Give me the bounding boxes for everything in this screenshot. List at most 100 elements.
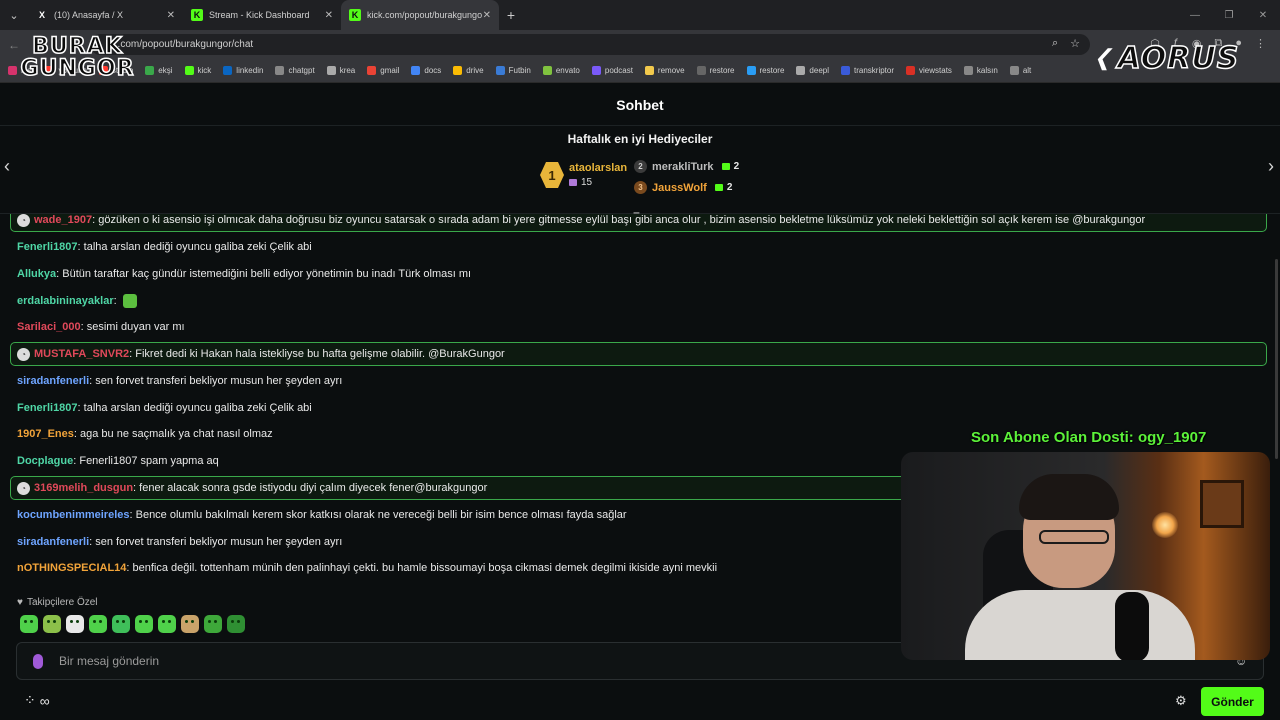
chevron-right-icon[interactable]: › bbox=[1268, 156, 1274, 177]
bookmark-item[interactable]: transkriptor bbox=[841, 66, 894, 75]
emote-icon[interactable] bbox=[43, 615, 61, 633]
bookmark-item[interactable]: linkedin bbox=[223, 66, 263, 75]
chat-username[interactable]: wade_1907 bbox=[34, 214, 92, 226]
bookmark-star-icon[interactable]: ☆ bbox=[1070, 37, 1080, 50]
bookmark-label: remove bbox=[657, 66, 685, 75]
bookmark-item[interactable]: remove bbox=[644, 66, 685, 75]
close-icon[interactable]: ✕ bbox=[167, 10, 175, 21]
bookmark-label: viewstats bbox=[919, 66, 952, 75]
tab-title: (10) Anasayfa / X bbox=[54, 10, 124, 20]
gift-count: 2 bbox=[733, 161, 740, 172]
bookmark-item[interactable]: kalsın bbox=[963, 66, 998, 75]
send-button[interactable]: Gönder bbox=[1201, 687, 1264, 716]
close-icon[interactable]: ✕ bbox=[325, 10, 333, 21]
infinity-icon[interactable]: ∞ bbox=[40, 693, 50, 709]
chevron-left-icon[interactable]: ‹ bbox=[4, 156, 10, 177]
logo-line-1: BURAK bbox=[31, 34, 123, 59]
bookmark-item[interactable]: kick bbox=[184, 66, 211, 75]
bookmark-item[interactable]: envato bbox=[542, 66, 580, 75]
chat-text: : Fenerli1807 spam yapma aq bbox=[73, 455, 219, 468]
dots-icon[interactable]: ⁘ bbox=[24, 692, 36, 709]
bookmark-item[interactable]: docs bbox=[411, 66, 441, 75]
chat-username[interactable]: nOTHINGSPECIAL14 bbox=[17, 562, 126, 574]
emote-icon[interactable] bbox=[112, 615, 130, 633]
chat-username[interactable]: siradanfenerli bbox=[17, 536, 89, 548]
webcam-overlay bbox=[901, 452, 1270, 660]
maximize-icon[interactable]: ❐ bbox=[1212, 10, 1246, 21]
chat-username[interactable]: Sarilaci_000 bbox=[17, 321, 81, 333]
emote-icon[interactable] bbox=[181, 615, 199, 633]
gold-medal-icon: 1 bbox=[540, 162, 564, 188]
chat-scrollbar[interactable] bbox=[1275, 259, 1278, 459]
gift-count: 15 bbox=[581, 177, 593, 188]
zoom-icon[interactable]: ⌕ bbox=[1052, 37, 1058, 50]
emote-picker-row bbox=[20, 615, 245, 633]
tab-title: kick.com/popout/burakgungor bbox=[367, 10, 482, 20]
chat-username[interactable]: kocumbenimmeireles bbox=[17, 509, 130, 521]
tab-search-chevron-icon[interactable]: ⌄ bbox=[0, 0, 28, 30]
new-tab-plus-icon[interactable]: + bbox=[499, 7, 523, 23]
emote-icon[interactable] bbox=[89, 615, 107, 633]
bookmark-label: kalsın bbox=[976, 66, 998, 75]
chat-text: : Bütün taraftar kaç gündür istemediğini… bbox=[56, 267, 472, 280]
bookmark-favicon-icon bbox=[411, 66, 421, 75]
menu-kebab-icon[interactable]: ⋮ bbox=[1255, 37, 1266, 50]
chat-username[interactable]: Allukya bbox=[17, 268, 56, 280]
bookmark-item[interactable]: gmail bbox=[367, 66, 399, 75]
url-input[interactable]: ...com/popout/burakgungor/chat ⌕ ☆ bbox=[90, 34, 1090, 55]
emote-icon[interactable] bbox=[135, 615, 153, 633]
chat-message: siradanfenerli: sen forvet transferi bek… bbox=[17, 375, 342, 387]
emote-icon[interactable] bbox=[204, 615, 222, 633]
heart-icon: ♥ bbox=[17, 597, 23, 608]
gifter-name[interactable]: JaussWolf bbox=[652, 182, 707, 194]
chat-username[interactable]: 1907_Enes bbox=[17, 428, 74, 440]
chat-text: : sen forvet transferi bekliyor musun he… bbox=[89, 374, 343, 387]
bookmark-item[interactable]: Futbin bbox=[495, 66, 531, 75]
gifter-name[interactable]: merakliTurk bbox=[652, 161, 714, 173]
bookmark-item[interactable]: podcast bbox=[591, 66, 633, 75]
bookmark-label: ekşi bbox=[158, 66, 173, 75]
chat-username[interactable]: Fenerli1807 bbox=[17, 402, 78, 414]
close-icon[interactable]: ✕ bbox=[483, 10, 491, 21]
bookmark-item[interactable]: viewstats bbox=[906, 66, 952, 75]
bookmark-item[interactable]: restore bbox=[696, 66, 735, 75]
lamp-light bbox=[1152, 512, 1178, 538]
chat-message: Sarilaci_000: sesimi duyan var mı bbox=[17, 321, 185, 333]
bookmark-item[interactable]: ekşi bbox=[145, 66, 173, 75]
close-window-icon[interactable]: ✕ bbox=[1246, 10, 1280, 21]
tab-x[interactable]: X (10) Anasayfa / X ✕ bbox=[28, 0, 183, 30]
highlight-badge-icon: ◔ bbox=[17, 214, 30, 227]
minimize-icon[interactable]: — bbox=[1178, 10, 1212, 21]
chat-username[interactable]: 3169melih_dusgun bbox=[34, 482, 133, 494]
tab-kick-popout[interactable]: K kick.com/popout/burakgungor ✕ bbox=[341, 0, 499, 30]
bookmark-label: krea bbox=[339, 66, 356, 75]
tab-title: Stream - Kick Dashboard bbox=[209, 10, 310, 20]
chat-text: : talha arslan dediği oyuncu galiba zeki… bbox=[77, 401, 312, 414]
emote-icon[interactable] bbox=[227, 615, 245, 633]
bookmark-item[interactable]: drive bbox=[453, 66, 484, 75]
chat-message: kocumbenimmeireles: Bence olumlu bakılma… bbox=[17, 509, 627, 521]
chat-username[interactable]: Fenerli1807 bbox=[17, 241, 78, 253]
chat-message: siradanfenerli: sen forvet transferi bek… bbox=[17, 536, 342, 548]
bookmark-item[interactable]: restore bbox=[746, 66, 784, 75]
chat-header-title: Sohbet bbox=[0, 84, 1280, 126]
bookmark-item[interactable]: chatgpt bbox=[275, 66, 315, 75]
tab-kick-dashboard[interactable]: K Stream - Kick Dashboard ✕ bbox=[183, 0, 341, 30]
bookmark-item[interactable]: alt bbox=[1009, 66, 1031, 75]
bookmark-favicon-icon bbox=[184, 66, 194, 75]
chat-username[interactable]: MUSTAFA_SNVR2 bbox=[34, 348, 129, 360]
bookmark-item[interactable]: deepl bbox=[796, 66, 829, 75]
emote-icon[interactable] bbox=[66, 615, 84, 633]
chat-username[interactable]: siradanfenerli bbox=[17, 375, 89, 387]
emote-icon[interactable] bbox=[20, 615, 38, 633]
chat-text: : fener alacak sonra gsde istiyodu diyi … bbox=[133, 482, 488, 494]
gifter-name[interactable]: ataolarslan bbox=[569, 162, 627, 174]
bookmark-label: drive bbox=[466, 66, 484, 75]
emote-icon[interactable] bbox=[158, 615, 176, 633]
microphone-icon[interactable] bbox=[33, 653, 43, 669]
gear-icon[interactable]: ⚙ bbox=[1175, 693, 1187, 709]
chat-username[interactable]: Docplague bbox=[17, 455, 73, 467]
back-arrow-icon[interactable]: ← bbox=[0, 38, 28, 52]
chat-username[interactable]: erdalabininayaklar bbox=[17, 295, 114, 307]
bookmark-item[interactable]: krea bbox=[326, 66, 356, 75]
